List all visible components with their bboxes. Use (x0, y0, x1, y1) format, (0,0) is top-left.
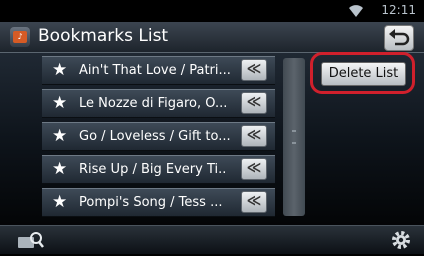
list-item[interactable]: ★ Pompi's Song / Tess ... ≪ (42, 188, 275, 217)
clock: 12:11 (381, 3, 416, 17)
return-icon (389, 29, 410, 46)
screen: 12:11 ♪ Bookmarks List ★ Ain't That Love… (0, 0, 424, 254)
status-bar: 12:11 (0, 0, 424, 22)
radio-app-icon: ♪ (10, 27, 30, 47)
list-item[interactable]: ★ Le Nozze di Figaro, O... ≪ (42, 89, 275, 118)
star-icon: ★ (52, 126, 68, 146)
move-button[interactable]: ≪ (241, 92, 267, 114)
star-icon: ★ (52, 192, 68, 212)
settings-button[interactable] (390, 229, 412, 251)
move-button[interactable]: ≪ (241, 59, 267, 81)
title-bar: ♪ Bookmarks List (0, 22, 424, 53)
bookmark-label: Le Nozze di Figaro, O... (79, 96, 228, 111)
bottom-bar (0, 225, 424, 254)
move-button[interactable]: ≪ (241, 125, 267, 147)
delete-list-button[interactable]: Delete List (321, 62, 406, 86)
star-icon: ★ (52, 93, 68, 113)
scrollbar-grip[interactable] (292, 130, 296, 144)
bookmarks-list: ★ Ain't That Love / Patri... ≪ ★ Le Nozz… (0, 56, 290, 221)
move-button[interactable]: ≪ (241, 191, 267, 213)
list-item[interactable]: ★ Go / Loveless / Gift to... ≪ (42, 122, 275, 151)
back-button[interactable] (384, 25, 414, 51)
bookmark-label: Go / Loveless / Gift to... (79, 129, 231, 144)
scrollbar[interactable] (283, 58, 305, 216)
bookmark-label: Rise Up / Big Every Ti.. (79, 162, 227, 177)
star-icon: ★ (52, 159, 68, 179)
bookmark-label: Ain't That Love / Patri... (79, 63, 231, 78)
gear-icon (392, 231, 410, 249)
list-item[interactable]: ★ Rise Up / Big Every Ti.. ≪ (42, 155, 275, 184)
delete-highlight: Delete List (310, 52, 415, 94)
search-button[interactable] (10, 228, 54, 252)
page-title: Bookmarks List (38, 26, 169, 46)
move-button[interactable]: ≪ (241, 158, 267, 180)
star-icon: ★ (52, 60, 68, 80)
wifi-icon (349, 5, 363, 17)
list-item[interactable]: ★ Ain't That Love / Patri... ≪ (42, 56, 275, 85)
search-icon (18, 232, 44, 248)
bookmark-label: Pompi's Song / Tess ... (79, 195, 223, 210)
